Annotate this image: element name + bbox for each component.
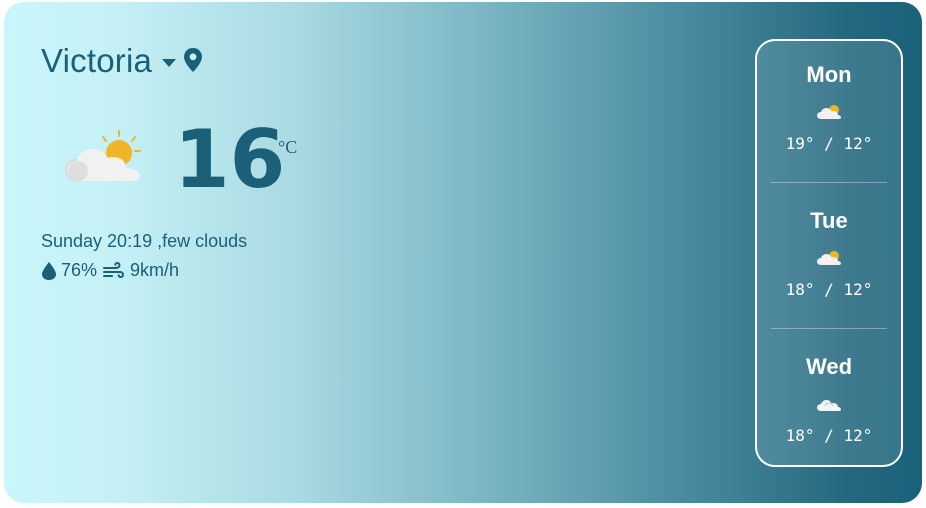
wind-value: 9km/h — [130, 260, 180, 280]
forecast-divider — [771, 182, 887, 183]
forecast-day: Mon 19° / 12° — [757, 62, 901, 182]
weather-condition: ,few clouds — [152, 231, 248, 251]
forecast-temp-range: 19° / 12° — [785, 134, 873, 153]
current-temperature: 16 — [174, 113, 286, 206]
forecast-high: 18° — [785, 280, 815, 299]
forecast-day: Wed 18° / 12° — [757, 354, 901, 464]
forecast-day-name: Mon — [806, 62, 852, 87]
cloud-icon — [816, 394, 842, 419]
few-clouds-icon — [816, 102, 842, 127]
forecast-low: 12° — [843, 426, 873, 445]
day-time: Sunday 20:19 — [41, 231, 153, 251]
location-selector[interactable]: Victoria — [41, 42, 203, 80]
few-clouds-icon — [64, 129, 148, 194]
current-description: Sunday 20:19 ,few clouds — [41, 231, 247, 252]
forecast-low: 12° — [843, 280, 873, 299]
forecast-high: 18° — [785, 426, 815, 445]
forecast-low: 12° — [843, 134, 873, 153]
forecast-high: 19° — [785, 134, 815, 153]
city-name[interactable]: Victoria — [41, 42, 152, 80]
weather-card: Victoria 16 °C Sunday 20:19 ,few clouds — [4, 2, 922, 503]
wind-icon — [102, 261, 125, 280]
forecast-temp-range: 18° / 12° — [785, 280, 873, 299]
humidity-value: 76% — [61, 260, 98, 280]
forecast-panel: Mon 19° / 12° Tue 18° / 12° Wed 18° / 12… — [755, 39, 903, 467]
humidity-drop-icon — [41, 261, 57, 281]
forecast-temp-range: 18° / 12° — [785, 426, 873, 445]
forecast-day-name: Wed — [805, 354, 853, 379]
few-clouds-icon — [816, 248, 842, 273]
caret-down-icon[interactable] — [161, 55, 177, 73]
forecast-day-name: Tue — [810, 208, 848, 233]
temperature-unit: °C — [278, 137, 298, 157]
location-pin-icon[interactable] — [183, 47, 203, 78]
forecast-day: Tue 18° / 12° — [757, 208, 901, 328]
weather-metrics: 76% 9km/h — [41, 260, 179, 281]
forecast-divider — [771, 328, 887, 329]
